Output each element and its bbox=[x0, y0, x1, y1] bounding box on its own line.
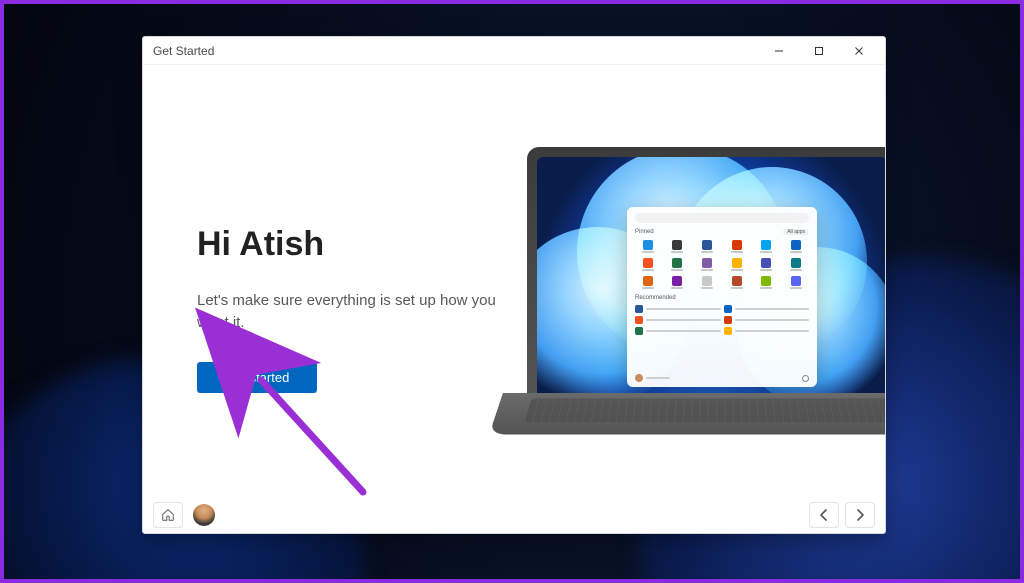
start-menu-recommended: Recommended bbox=[635, 295, 809, 335]
chevron-right-icon bbox=[854, 509, 866, 521]
minimize-button[interactable] bbox=[759, 38, 799, 64]
previous-button[interactable] bbox=[809, 502, 839, 528]
start-menu-pinned-grid bbox=[635, 239, 809, 289]
maximize-icon bbox=[814, 46, 824, 56]
user-avatar[interactable] bbox=[193, 504, 215, 526]
maximize-button[interactable] bbox=[799, 38, 839, 64]
get-started-window: Get Started Hi Atish Let's make sure eve… bbox=[142, 36, 886, 534]
all-apps-pill: All apps bbox=[783, 229, 809, 235]
get-started-button[interactable]: Get started bbox=[197, 362, 317, 393]
welcome-subtext: Let's make sure everything is set up how… bbox=[197, 290, 497, 334]
desktop-wallpaper: Get Started Hi Atish Let's make sure eve… bbox=[0, 0, 1024, 583]
laptop-screen-frame: Pinned All apps bbox=[527, 147, 885, 407]
start-menu-pinned-header: Pinned All apps bbox=[635, 229, 809, 235]
chevron-left-icon bbox=[818, 509, 830, 521]
titlebar: Get Started bbox=[143, 37, 885, 65]
minimize-icon bbox=[774, 46, 784, 56]
pinned-label: Pinned bbox=[635, 229, 654, 235]
window-title: Get Started bbox=[153, 44, 214, 58]
start-menu-user bbox=[635, 374, 670, 382]
window-bottom-bar bbox=[143, 497, 885, 533]
welcome-text-column: Hi Atish Let's make sure everything is s… bbox=[197, 225, 497, 393]
start-menu-preview: Pinned All apps bbox=[627, 207, 817, 387]
next-button[interactable] bbox=[845, 502, 875, 528]
laptop-keyboard bbox=[489, 393, 885, 434]
laptop-screen: Pinned All apps bbox=[537, 157, 885, 407]
close-button[interactable] bbox=[839, 38, 879, 64]
power-icon bbox=[802, 375, 809, 382]
start-menu-search-bar bbox=[635, 213, 809, 223]
welcome-heading: Hi Atish bbox=[197, 225, 497, 264]
home-button[interactable] bbox=[153, 502, 183, 528]
home-icon bbox=[161, 508, 175, 522]
window-controls bbox=[759, 38, 879, 64]
close-icon bbox=[854, 46, 864, 56]
laptop-illustration: Pinned All apps bbox=[527, 147, 885, 447]
window-content: Hi Atish Let's make sure everything is s… bbox=[143, 65, 885, 497]
recommended-label: Recommended bbox=[635, 295, 676, 301]
